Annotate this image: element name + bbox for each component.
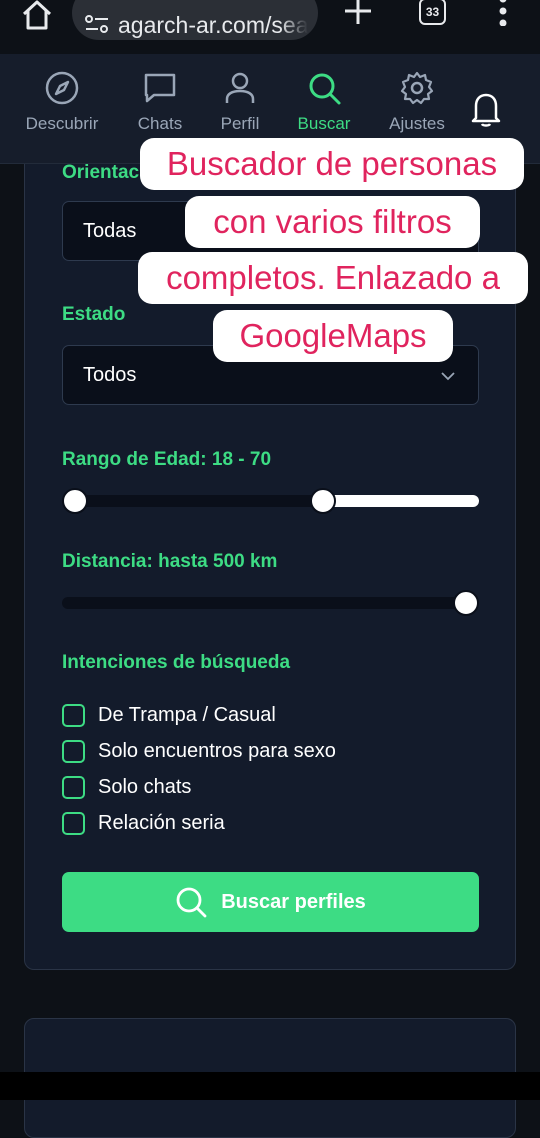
orientation-value: Todas bbox=[83, 219, 137, 242]
annotation-line: completos. Enlazado a bbox=[166, 259, 500, 296]
annotation-bubble: completos. Enlazado a bbox=[138, 252, 528, 304]
intention-option[interactable]: Solo encuentros para sexo bbox=[62, 740, 336, 763]
intention-option[interactable]: Solo chats bbox=[62, 776, 191, 799]
nav-item-ajustes[interactable]: Ajustes bbox=[372, 70, 462, 134]
nav-item-buscar[interactable]: Buscar bbox=[279, 70, 369, 134]
checkbox[interactable] bbox=[62, 776, 85, 799]
intention-label: Relación seria bbox=[98, 812, 225, 834]
state-value: Todos bbox=[83, 363, 137, 386]
site-settings-icon[interactable] bbox=[84, 14, 110, 34]
intention-option[interactable]: Relación seria bbox=[62, 812, 225, 835]
intention-label: Solo encuentros para sexo bbox=[98, 740, 336, 762]
age-max-thumb[interactable] bbox=[309, 488, 336, 514]
compass-icon bbox=[45, 71, 79, 105]
search-profiles-label: Buscar perfiles bbox=[221, 890, 366, 913]
nav-label: Descubrir bbox=[25, 114, 99, 133]
system-nav-bar bbox=[0, 1072, 540, 1100]
distance-slider[interactable] bbox=[62, 590, 479, 616]
age-range-label: Rango de Edad: 18 - 70 bbox=[62, 449, 272, 470]
nav-item-descubrir[interactable]: Descubrir bbox=[17, 70, 107, 134]
nav-label: Chats bbox=[137, 114, 183, 133]
user-icon bbox=[225, 72, 255, 103]
age-min-thumb[interactable] bbox=[62, 488, 88, 514]
checkbox[interactable] bbox=[62, 740, 85, 763]
checkbox[interactable] bbox=[62, 812, 85, 835]
bell-icon[interactable] bbox=[468, 90, 504, 128]
annotation-bubble: con varios filtros bbox=[185, 196, 480, 248]
browser-toolbar: agarch-ar.com/sea 33 bbox=[0, 0, 540, 54]
distance-label: Distancia: hasta 500 km bbox=[62, 551, 278, 572]
search-icon bbox=[309, 73, 341, 105]
gear-icon bbox=[400, 71, 434, 105]
distance-thumb[interactable] bbox=[453, 590, 479, 616]
annotation-line: con varios filtros bbox=[213, 203, 452, 240]
address-bar[interactable]: agarch-ar.com/sea bbox=[72, 0, 318, 40]
tab-switcher-button[interactable]: 33 bbox=[419, 0, 446, 25]
intentions-label: Intenciones de búsqueda bbox=[62, 652, 291, 673]
annotation-bubble: Buscador de personas bbox=[140, 138, 524, 190]
annotation-line: Buscador de personas bbox=[166, 145, 498, 182]
search-icon bbox=[176, 887, 207, 918]
chevron-down-icon bbox=[441, 372, 455, 381]
nav-item-chats[interactable]: Chats bbox=[115, 70, 205, 134]
url-text[interactable]: agarch-ar.com/sea bbox=[118, 12, 308, 39]
nav-label: Buscar bbox=[297, 114, 351, 133]
search-profiles-button[interactable]: Buscar perfiles bbox=[62, 872, 479, 932]
home-icon[interactable] bbox=[20, 0, 54, 30]
nav-label: Perfil bbox=[220, 114, 260, 133]
nav-label: Ajustes bbox=[389, 114, 445, 133]
age-range-slider[interactable] bbox=[62, 488, 479, 514]
annotation-line: GoogleMaps bbox=[239, 317, 427, 354]
new-tab-icon[interactable] bbox=[343, 0, 373, 26]
intention-option[interactable]: De Trampa / Casual bbox=[62, 704, 276, 727]
state-label: Estado bbox=[62, 304, 126, 325]
intention-label: De Trampa / Casual bbox=[98, 704, 276, 726]
tab-count: 33 bbox=[425, 4, 440, 19]
checkbox[interactable] bbox=[62, 704, 85, 727]
more-menu-icon[interactable] bbox=[496, 0, 510, 26]
chat-icon bbox=[144, 73, 176, 103]
nav-item-perfil[interactable]: Perfil bbox=[195, 70, 285, 134]
age-range-fill bbox=[322, 495, 479, 507]
annotation-bubble: GoogleMaps bbox=[213, 310, 453, 362]
intention-label: Solo chats bbox=[98, 776, 192, 798]
